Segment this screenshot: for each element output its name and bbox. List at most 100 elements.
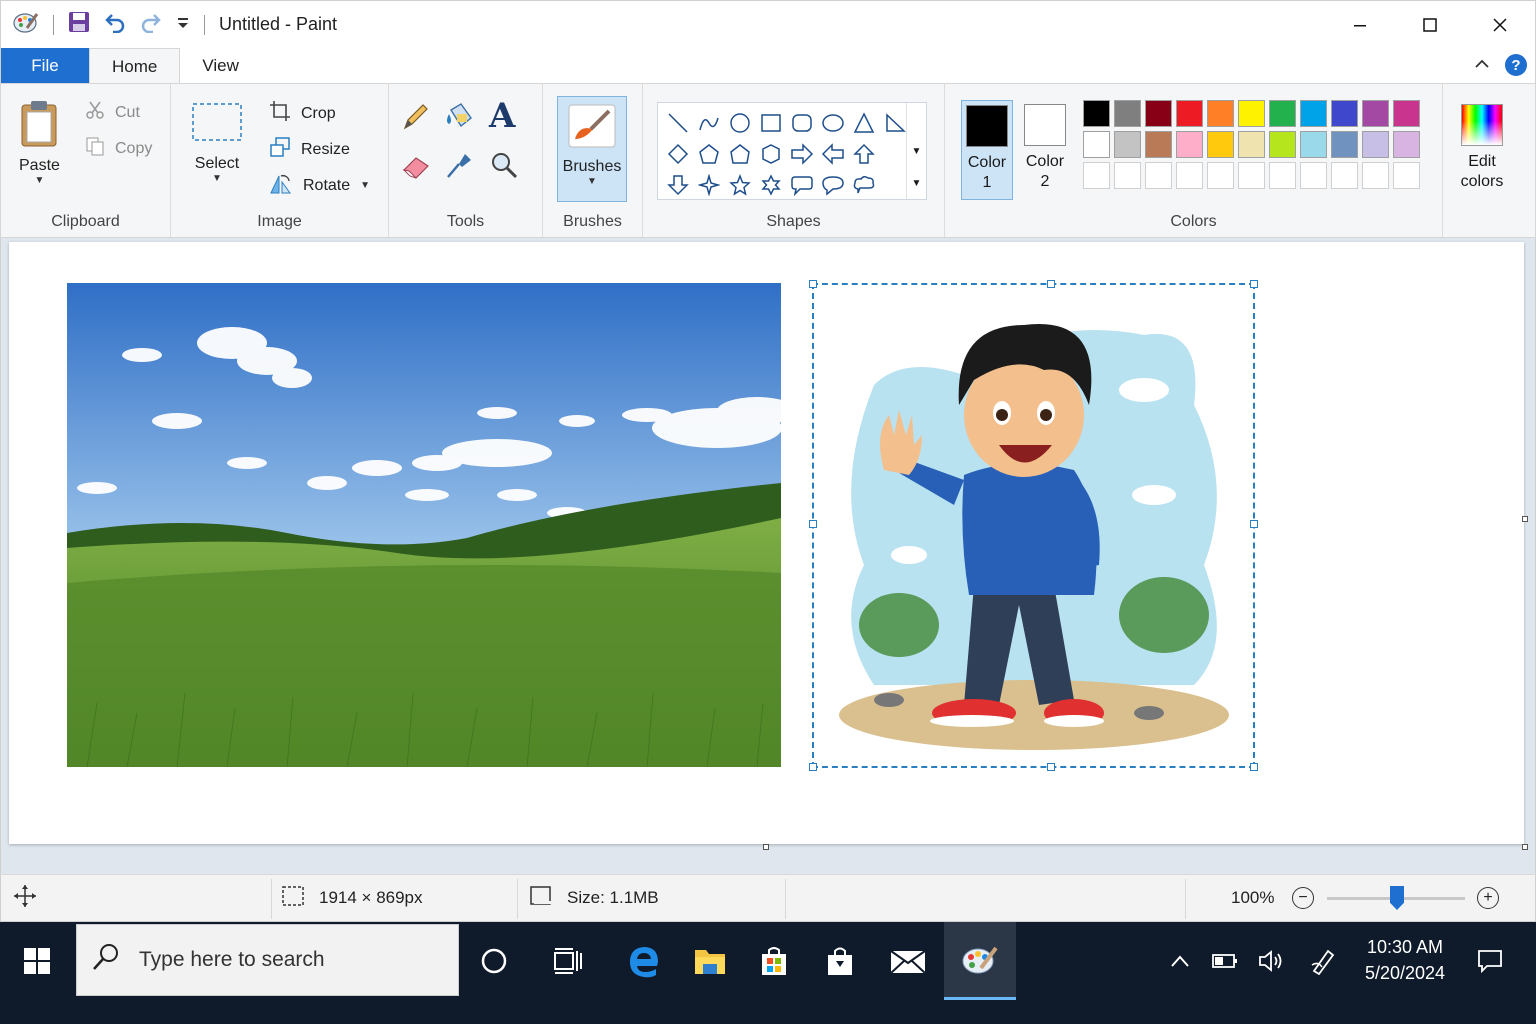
expand-gallery-icon[interactable]: ▼	[912, 178, 922, 189]
selection-rectangle[interactable]	[809, 280, 1258, 771]
notification-icon[interactable]	[1468, 922, 1512, 1000]
palette-swatch[interactable]	[1300, 131, 1327, 158]
eraser-icon[interactable]	[401, 152, 431, 180]
selection-handle[interactable]	[1250, 520, 1258, 528]
palette-swatch[interactable]	[1207, 131, 1234, 158]
canvas-resize-handle[interactable]	[763, 844, 769, 850]
drawing-canvas[interactable]	[9, 242, 1524, 844]
paste-button[interactable]: Paste ▼	[19, 100, 60, 186]
pencil-icon[interactable]	[401, 102, 429, 132]
zoom-out-button[interactable]: −	[1292, 887, 1314, 909]
palette-swatch[interactable]	[1269, 100, 1296, 127]
palette-swatch[interactable]	[1207, 100, 1234, 127]
custom-color-slot[interactable]	[1083, 162, 1110, 189]
color2-button[interactable]: Color 2	[1019, 100, 1071, 200]
pen-icon[interactable]	[1302, 922, 1346, 1000]
customize-dropdown-icon[interactable]	[176, 11, 190, 38]
selection-handle[interactable]	[1250, 763, 1258, 771]
task-view-icon[interactable]	[536, 922, 600, 1000]
selection-handle[interactable]	[809, 520, 817, 528]
cut-button[interactable]: Cut	[85, 100, 140, 125]
palette-swatch[interactable]	[1238, 131, 1265, 158]
six-point-star-shape-icon[interactable]	[755, 169, 786, 200]
landscape-image[interactable]	[67, 283, 781, 767]
triangle-shape-icon[interactable]	[848, 107, 879, 138]
palette-swatch[interactable]	[1114, 100, 1141, 127]
select-button[interactable]: Select ▼	[191, 100, 243, 184]
paint-app-icon[interactable]	[13, 10, 39, 39]
palette-swatch[interactable]	[1362, 131, 1389, 158]
rectangle-shape-icon[interactable]	[755, 107, 786, 138]
selection-handle[interactable]	[809, 280, 817, 288]
custom-color-slot[interactable]	[1331, 162, 1358, 189]
curve-shape-icon[interactable]	[693, 107, 724, 138]
custom-color-slot[interactable]	[1145, 162, 1172, 189]
palette-swatch[interactable]	[1145, 131, 1172, 158]
palette-swatch[interactable]	[1269, 131, 1296, 158]
palette-swatch[interactable]	[1362, 100, 1389, 127]
volume-icon[interactable]	[1250, 922, 1294, 1000]
taskbar-search-box[interactable]: Type here to search	[76, 924, 459, 996]
custom-color-slot[interactable]	[1269, 162, 1296, 189]
custom-color-slot[interactable]	[1238, 162, 1265, 189]
canvas-resize-handle[interactable]	[1522, 516, 1528, 522]
palette-swatch[interactable]	[1331, 100, 1358, 127]
palette-swatch[interactable]	[1176, 131, 1203, 158]
hexagon-up-shape-icon[interactable]	[724, 138, 755, 169]
color-picker-icon[interactable]	[445, 150, 473, 180]
chevron-up-icon[interactable]	[1160, 922, 1200, 1000]
palette-swatch[interactable]	[1176, 100, 1203, 127]
four-point-star-shape-icon[interactable]	[693, 169, 724, 200]
crop-button[interactable]: Crop	[269, 100, 336, 127]
palette-swatch[interactable]	[1238, 100, 1265, 127]
canvas-resize-handle[interactable]	[1522, 844, 1528, 850]
collapse-ribbon-icon[interactable]	[1475, 56, 1489, 74]
five-point-star-shape-icon[interactable]	[724, 169, 755, 200]
fill-icon[interactable]	[443, 100, 475, 132]
palette-swatch[interactable]	[1145, 100, 1172, 127]
custom-color-slot[interactable]	[1207, 162, 1234, 189]
chevron-down-icon[interactable]: ▼	[912, 146, 922, 157]
palette-swatch[interactable]	[1083, 131, 1110, 158]
palette-swatch[interactable]	[1114, 131, 1141, 158]
selection-handle[interactable]	[1047, 280, 1055, 288]
rotate-button[interactable]: Rotate ▼	[269, 172, 370, 199]
selection-handle[interactable]	[809, 763, 817, 771]
palette-swatch[interactable]	[1331, 131, 1358, 158]
pentagon-shape-icon[interactable]	[693, 138, 724, 169]
shapes-scroll[interactable]: ▲ ▼ ▼	[906, 103, 926, 199]
text-icon[interactable]: A	[489, 96, 515, 136]
custom-color-slot[interactable]	[1393, 162, 1420, 189]
rounded-rectangle-shape-icon[interactable]	[786, 107, 817, 138]
tab-home[interactable]: Home	[89, 48, 181, 84]
zoom-slider-thumb[interactable]	[1390, 886, 1404, 910]
custom-color-slot[interactable]	[1362, 162, 1389, 189]
ellipse-shape-icon[interactable]	[817, 107, 848, 138]
close-button[interactable]	[1465, 1, 1535, 49]
palette-swatch[interactable]	[1083, 100, 1110, 127]
tab-file[interactable]: File	[1, 48, 89, 84]
rounded-callout-shape-icon[interactable]	[786, 169, 817, 200]
edge-icon[interactable]	[612, 922, 676, 1000]
selection-handle[interactable]	[1250, 280, 1258, 288]
cloud-callout-shape-icon[interactable]	[848, 169, 879, 200]
custom-color-slot[interactable]	[1176, 162, 1203, 189]
right-arrow-shape-icon[interactable]	[786, 138, 817, 169]
canvas-workspace[interactable]	[0, 238, 1536, 874]
shopping-bag-icon[interactable]	[808, 922, 872, 1000]
edit-colors-button[interactable]: Edit colors	[1451, 100, 1513, 200]
save-icon[interactable]	[68, 11, 90, 38]
store-icon[interactable]	[742, 922, 806, 1000]
line-shape-icon[interactable]	[662, 107, 693, 138]
custom-color-slot[interactable]	[1300, 162, 1327, 189]
left-arrow-shape-icon[interactable]	[817, 138, 848, 169]
copy-button[interactable]: Copy	[85, 136, 152, 161]
selection-handle[interactable]	[1047, 763, 1055, 771]
up-arrow-shape-icon[interactable]	[848, 138, 879, 169]
tab-view[interactable]: View	[180, 48, 261, 84]
hexagon-shape-icon[interactable]	[755, 138, 786, 169]
help-icon[interactable]: ?	[1505, 54, 1527, 76]
file-explorer-icon[interactable]	[678, 922, 742, 1000]
redo-icon[interactable]	[140, 11, 162, 38]
resize-button[interactable]: Resize	[269, 136, 350, 163]
